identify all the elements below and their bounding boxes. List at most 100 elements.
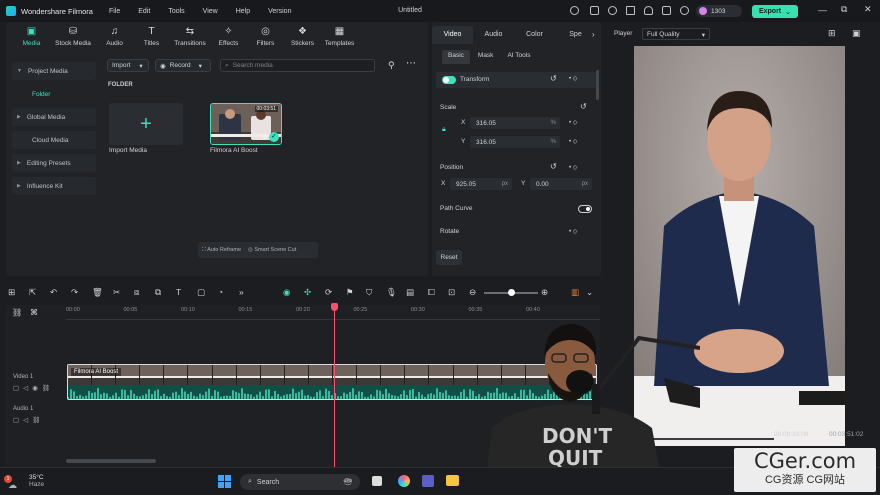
layout-icon[interactable]: ▥ — [571, 287, 579, 298]
more-tools-icon[interactable]: » — [239, 287, 244, 297]
shield-icon[interactable]: ⛉ — [366, 287, 372, 298]
tab-audio[interactable]: ♫ Audio — [96, 22, 133, 54]
tab-stickers[interactable]: ❖ Stickers — [284, 22, 321, 54]
gift-icon[interactable] — [662, 6, 671, 15]
path-curve-toggle[interactable] — [578, 205, 592, 213]
notification-icon[interactable] — [608, 6, 617, 15]
task-view-icon[interactable] — [372, 476, 382, 486]
tab-filters[interactable]: ◎ Filters — [247, 22, 284, 54]
menu-view[interactable]: View — [203, 8, 218, 15]
more-icon[interactable]: ⋯ — [406, 58, 416, 69]
keyframe-diamond-icon[interactable]: • ◇ — [569, 75, 577, 82]
windows-start-icon[interactable] — [218, 475, 231, 488]
menu-edit[interactable]: Edit — [138, 8, 150, 15]
sidebar-item-global-media[interactable]: ▶ Global Media — [12, 108, 96, 126]
text-icon[interactable]: T — [176, 287, 181, 297]
subtab-basic[interactable]: Basic — [442, 50, 470, 64]
record-dropdown[interactable]: ◉ Record ▾ — [155, 59, 211, 72]
zoom-slider-handle[interactable] — [508, 289, 515, 296]
credits-badge[interactable]: 1303 — [696, 5, 742, 17]
link-track-icon[interactable]: ⌘ — [30, 308, 38, 317]
feedback-icon[interactable] — [590, 6, 599, 15]
reset-icon[interactable]: ↺ — [580, 102, 587, 111]
tab-stock-media[interactable]: ⛁ Stock Media — [50, 22, 96, 54]
import-media-card[interactable]: + — [109, 103, 183, 145]
render-icon[interactable]: ⟳ — [325, 287, 332, 298]
tab-titles[interactable]: T Titles — [133, 22, 170, 54]
cloud-icon[interactable] — [644, 6, 653, 15]
audio-track-controls[interactable]: ▢◁⛓ — [13, 416, 44, 424]
position-x-field[interactable]: 925.05 px — [450, 178, 512, 190]
menu-version[interactable]: Version — [268, 8, 291, 15]
import-dropdown[interactable]: Import ▾ — [107, 59, 149, 72]
keyframe-diamond-icon[interactable]: • ◇ — [569, 164, 577, 171]
weather-widget[interactable]: 35°C Haze — [14, 474, 44, 488]
minimize-icon[interactable]: — — [818, 5, 827, 15]
tab-effects[interactable]: ✧ Effects — [210, 22, 247, 54]
add-track-icon[interactable]: ⛓ — [12, 308, 22, 317]
maximize-icon[interactable]: ⧉ — [841, 4, 847, 15]
properties-scrollbar[interactable] — [596, 70, 599, 100]
sidebar-item-editing-presets[interactable]: ▶ Editing Presets — [12, 154, 96, 172]
reset-button[interactable]: Reset — [436, 250, 462, 265]
timeline-scrollbar[interactable] — [66, 459, 156, 463]
quality-dropdown[interactable]: Full Quality ▾ — [642, 28, 710, 40]
redo-icon[interactable]: ↷ — [71, 287, 78, 298]
select-icon[interactable]: ⇱ — [29, 287, 36, 298]
tab-media[interactable]: ▣ Media — [13, 22, 50, 54]
scale-x-field[interactable]: 316.05% — [470, 117, 560, 129]
media-clip-thumbnail[interactable]: 00:03:51 ✓ ⊙ — [210, 103, 282, 145]
reset-icon[interactable]: ↺ — [550, 162, 557, 171]
sidebar-item-project-media[interactable]: ▼ Project Media — [12, 62, 96, 80]
menu-help[interactable]: Help — [236, 8, 250, 15]
reset-icon[interactable]: ↺ — [550, 74, 557, 83]
transform-toggle[interactable] — [442, 76, 456, 84]
speed-icon[interactable]: ◔ — [218, 287, 223, 297]
menu-file[interactable]: File — [109, 8, 120, 15]
tab-templates[interactable]: ▦ Templates — [321, 22, 358, 54]
grid-icon[interactable]: ⊞ — [8, 287, 15, 298]
delete-icon[interactable]: 🗑︎ — [92, 287, 103, 298]
settings-icon[interactable]: ⌄ — [586, 287, 593, 298]
keyframe-diamond-icon[interactable]: • ◇ — [569, 119, 577, 126]
info-icon[interactable] — [570, 6, 579, 15]
taskbar-search[interactable]: ⌕ Search 🥗︎ — [240, 474, 360, 490]
keyframe-diamond-icon[interactable]: • ◇ — [569, 138, 577, 145]
tab-audio[interactable]: Audio — [473, 26, 514, 44]
sidebar-item-cloud-media[interactable]: Cloud Media — [12, 131, 96, 149]
smart-scene-cut-button[interactable]: ◎ Smart Scene Cut — [248, 247, 296, 253]
marker-icon[interactable]: ⚑ — [346, 287, 354, 298]
teams-icon[interactable] — [422, 475, 434, 487]
subtab-mask[interactable]: Mask — [472, 50, 500, 64]
undo-icon[interactable]: ↶ — [50, 287, 57, 298]
chevron-right-icon[interactable]: › — [592, 30, 595, 39]
sidebar-item-folder[interactable]: Folder — [12, 85, 96, 103]
zoom-out-icon[interactable]: ⊖ — [469, 287, 476, 298]
video-track-controls[interactable]: ▢◁◉⛓ — [13, 384, 54, 392]
mic-icon[interactable]: 🎙︎ — [386, 287, 397, 298]
search-input[interactable]: ⌕ Search media — [220, 59, 375, 72]
copilot-icon[interactable] — [398, 475, 410, 487]
tab-transitions[interactable]: ⇆ Transitions — [170, 22, 210, 54]
grid-icon[interactable]: ⊞ — [828, 28, 836, 39]
ai-icon[interactable]: ◉ — [283, 287, 290, 298]
keyframe-diamond-icon[interactable]: • ◇ — [569, 228, 577, 235]
menu-tools[interactable]: Tools — [168, 8, 184, 15]
tab-color[interactable]: Color — [514, 26, 555, 44]
filter-icon[interactable]: ⚲ — [388, 60, 395, 71]
crop-icon[interactable]: ⧈ — [134, 287, 139, 298]
save-icon[interactable] — [626, 6, 635, 15]
file-explorer-icon[interactable] — [446, 475, 459, 486]
subtitle-icon[interactable]: ▤ — [406, 287, 414, 298]
snap-icon[interactable]: ✣ — [304, 287, 311, 298]
position-y-field[interactable]: 0.00 px — [530, 178, 592, 190]
tab-speed[interactable]: Spe — [555, 26, 596, 44]
account-icon[interactable] — [680, 6, 689, 15]
playhead-line[interactable] — [334, 303, 335, 469]
playhead-handle[interactable] — [331, 303, 338, 311]
close-icon[interactable]: ✕ — [864, 4, 872, 15]
export-button[interactable]: Export ⌄ — [752, 5, 798, 18]
subtab-ai-tools[interactable]: AI Tools — [501, 50, 536, 64]
sidebar-item-influence-kit[interactable]: ▶ Influence Kit — [12, 177, 96, 195]
cut-icon[interactable]: ✂ — [113, 287, 120, 298]
